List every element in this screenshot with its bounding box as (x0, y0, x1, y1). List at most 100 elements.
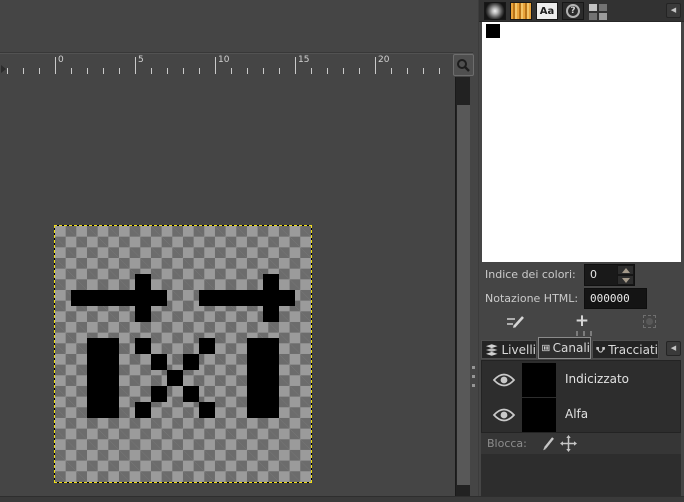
image-pixel (103, 402, 119, 418)
image-pixel (247, 290, 263, 306)
lock-pixels-button[interactable] (539, 435, 557, 452)
pencil-icon (542, 437, 554, 451)
spin-down-button[interactable] (617, 275, 634, 285)
colormap-icon (589, 4, 597, 11)
image-pixel (119, 290, 135, 306)
visibility-toggle[interactable] (492, 407, 516, 423)
paths-icon (596, 346, 605, 353)
image-pixel (183, 386, 199, 402)
move-icon (559, 435, 577, 452)
ruler-tick-label: 20 (378, 55, 390, 65)
image-pixel (103, 338, 119, 354)
image-pixel (103, 386, 119, 402)
ruler-tick-label: 5 (138, 55, 144, 65)
image-pixel (103, 370, 119, 386)
tab-livelli[interactable]: Livelli (481, 340, 537, 359)
edit-color-icon (506, 315, 524, 328)
color-index-spinbox[interactable]: 0 (584, 264, 635, 286)
eye-icon (492, 408, 516, 422)
html-notation-input[interactable] (584, 288, 647, 309)
image-pixel (183, 354, 199, 370)
canvas-image[interactable] (54, 225, 312, 483)
lock-row: Blocca: (481, 433, 681, 454)
image-pixel (135, 306, 151, 322)
select-color-button[interactable] (638, 312, 660, 330)
colormap-grid[interactable] (482, 22, 681, 262)
image-pixel (263, 290, 279, 306)
tab-brushes[interactable] (484, 2, 506, 20)
colormap-swatch-0[interactable] (486, 24, 500, 38)
image-pixel (263, 402, 279, 418)
dock-empty-area (481, 454, 681, 496)
tab-fonts[interactable]: Aa (536, 2, 558, 20)
channel-label: Alfa (565, 407, 589, 421)
visibility-toggle[interactable] (492, 372, 516, 388)
color-index-value[interactable]: 0 (590, 268, 618, 281)
image-pixel (263, 370, 279, 386)
image-pixel (247, 386, 263, 402)
pattern-icon (511, 3, 531, 19)
ruler-horizontal[interactable]: 0 5 10 15 20 (0, 54, 454, 75)
tab-tracciati-label: Tracciati (608, 342, 658, 357)
dock-collapse-button[interactable]: ◀ (666, 3, 681, 18)
image-pixel (199, 290, 215, 306)
image-pixel (215, 290, 231, 306)
image-pixel (151, 386, 167, 402)
image-pixel (135, 402, 151, 418)
dock-tabbar: Aa ? ◀ (479, 0, 684, 22)
image-pixel (103, 290, 119, 306)
image-pixel (87, 370, 103, 386)
right-dock: Aa ? ◀ Indice dei colori: 0 Notazione HT… (478, 0, 684, 502)
image-pixel (71, 290, 87, 306)
zoom-canvas-button[interactable] (453, 54, 474, 76)
panel-collapse-button[interactable]: ◀ (666, 341, 681, 356)
image-pixel (135, 274, 151, 290)
image-pixel (87, 338, 103, 354)
image-pixel (263, 386, 279, 402)
tab-colormap-active[interactable] (588, 2, 609, 20)
tab-patterns[interactable] (510, 2, 532, 20)
image-pixel (247, 370, 263, 386)
image-pixel (247, 338, 263, 354)
image-pixel (247, 354, 263, 370)
spin-down-icon (622, 278, 630, 283)
canvas-area: 0 5 10 15 20 (0, 0, 478, 502)
lock-label: Blocca: (487, 437, 527, 450)
selection-icon (642, 314, 656, 328)
gimp-window: 0 5 10 15 20 Aa ? ◀ Indice dei colori: 0… (0, 0, 684, 502)
channels-list: Indicizzato Alfa (481, 360, 681, 433)
image-pixel (263, 306, 279, 322)
image-pixel (263, 354, 279, 370)
image-pixel (103, 354, 119, 370)
image-pixel (247, 402, 263, 418)
channel-row-indicizzato[interactable]: Indicizzato (482, 362, 680, 398)
tab-tracciati[interactable]: Tracciati (592, 340, 659, 359)
channel-thumbnail (522, 363, 556, 397)
tab-canali-active[interactable]: Canali (538, 337, 591, 359)
image-pixel (135, 290, 151, 306)
pane-resize-grip[interactable] (472, 366, 476, 392)
lock-position-button[interactable] (559, 435, 577, 452)
image-pixel (151, 354, 167, 370)
edit-color-button[interactable] (504, 312, 526, 330)
vertical-scrollbar[interactable] (455, 77, 470, 502)
ruler-caret (1, 65, 6, 73)
eye-icon (492, 373, 516, 387)
channel-row-alfa[interactable]: Alfa (482, 397, 680, 433)
channel-thumbnail (522, 398, 556, 432)
spin-up-button[interactable] (617, 265, 634, 275)
layers-icon (485, 343, 498, 356)
image-pixel (167, 370, 183, 386)
image-pixel (263, 338, 279, 354)
magnifier-icon (457, 58, 470, 72)
add-color-button[interactable]: + (571, 312, 593, 330)
channel-label: Indicizzato (565, 372, 630, 386)
fonts-icon: Aa (537, 3, 557, 19)
tab-livelli-label: Livelli (501, 342, 536, 357)
tab-document-history[interactable]: ? (562, 2, 584, 20)
question-icon: ? (566, 4, 580, 18)
image-pixel (263, 274, 279, 290)
image-pixel (279, 290, 295, 306)
vertical-scrollbar-thumb[interactable] (457, 105, 470, 485)
image-pixel (231, 290, 247, 306)
